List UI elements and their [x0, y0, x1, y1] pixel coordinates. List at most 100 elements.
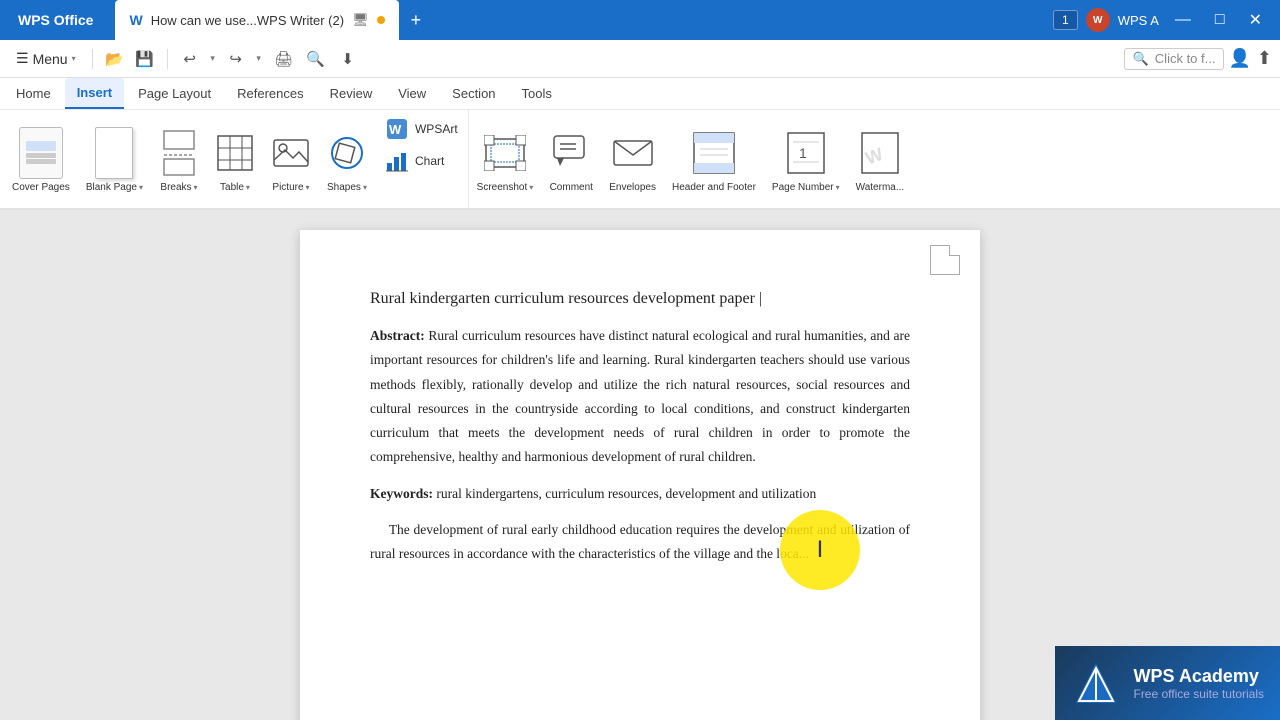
save-button[interactable]: 💾 [131, 45, 159, 73]
table-label: Table ▾ [220, 182, 250, 193]
document-tab[interactable]: W How can we use...WPS Writer (2) 🖥 [115, 0, 398, 40]
undo-button[interactable]: ↩ [176, 45, 204, 73]
envelopes-button[interactable]: Envelopes [601, 110, 664, 208]
picture-button[interactable]: Picture ▾ [263, 110, 319, 208]
document-area: 📋 ▾ Rural kindergarten curriculum resour… [0, 210, 1280, 720]
document-title[interactable]: Rural kindergarten curriculum resources … [370, 290, 910, 308]
keywords-label: Keywords: [370, 486, 433, 501]
ribbon-tabs: Home Insert Page Layout References Revie… [0, 78, 1280, 110]
more-options[interactable]: ⬇ [334, 45, 362, 73]
menu-bar: ☰ Menu ▾ 📂 💾 ↩ ▾ ↪ ▾ 🖨 🔍 ⬇ 🔍 Click to f.… [0, 40, 1280, 78]
user-label: WPS A [1118, 13, 1159, 28]
redo-dropdown[interactable]: ▾ [252, 45, 266, 73]
tab-review[interactable]: Review [318, 78, 385, 109]
shapes-arrow: ▾ [363, 183, 367, 192]
hamburger-menu[interactable]: ☰ Menu ▾ [8, 46, 84, 71]
doc-tab-icon: W [129, 12, 142, 28]
wpsart-button[interactable]: W WPSArt [381, 114, 462, 144]
search-bar[interactable]: 🔍 Click to f... [1124, 48, 1225, 70]
search-placeholder: Click to f... [1155, 51, 1216, 66]
breaks-button[interactable]: Breaks ▾ [151, 110, 207, 208]
shapes-label: Shapes ▾ [327, 182, 367, 193]
header-footer-button[interactable]: Header and Footer [664, 110, 764, 208]
header-footer-label: Header and Footer [672, 182, 756, 194]
wpsart-label: WPSArt [415, 122, 458, 136]
monitor-icon: 🖥 [352, 12, 369, 28]
picture-arrow: ▾ [306, 183, 310, 192]
minimize-button[interactable]: — [1167, 11, 1199, 29]
table-button[interactable]: Table ▾ [207, 110, 263, 208]
redo-button[interactable]: ↪ [222, 45, 250, 73]
wps-academy-text: WPS Academy Free office suite tutorials [1133, 666, 1264, 701]
tab-section[interactable]: Section [440, 78, 507, 109]
divider-1 [92, 49, 93, 69]
add-tab-icon: + [411, 10, 422, 31]
doc-tab-label: How can we use...WPS Writer (2) [151, 13, 344, 28]
title-bar: WPS Office W How can we use...WPS Writer… [0, 0, 1280, 40]
page-number-badge: 1 [1053, 10, 1078, 30]
blank-page-button[interactable]: Blank Page ▾ [78, 110, 151, 208]
user-icons-group: 👤 ⬆ [1228, 48, 1272, 69]
cover-pages-label: Cover Pages [12, 182, 70, 194]
watermark-button[interactable]: W Waterma... [848, 110, 913, 208]
divider-2 [167, 49, 168, 69]
add-tab-button[interactable]: + [399, 0, 434, 40]
tab-view[interactable]: View [386, 78, 438, 109]
hamburger-icon: ☰ [16, 50, 29, 67]
cover-pages-button[interactable]: Cover Pages [4, 110, 78, 208]
tab-insert[interactable]: Insert [65, 78, 124, 109]
user-avatar[interactable]: W [1086, 8, 1110, 32]
file-icons-group: 📂 💾 [101, 45, 159, 73]
table-arrow: ▾ [246, 183, 250, 192]
undo-dropdown[interactable]: ▾ [206, 45, 220, 73]
document-keywords[interactable]: Keywords: rural kindergartens, curriculu… [370, 482, 910, 506]
close-button[interactable]: ✕ [1241, 10, 1270, 30]
menu-label: Menu [33, 51, 68, 67]
open-file-button[interactable]: 📂 [101, 45, 129, 73]
academy-title: WPS Academy [1133, 666, 1264, 687]
wpsart-chart-group: W WPSArt Chart [375, 110, 469, 208]
shapes-button[interactable]: Shapes ▾ [319, 110, 375, 208]
page-corner [930, 245, 960, 275]
print-button[interactable]: 🖨 [270, 45, 298, 73]
breaks-arrow: ▾ [194, 183, 198, 192]
screenshot-button[interactable]: Screenshot ▾ [469, 110, 542, 208]
tab-references[interactable]: References [225, 78, 315, 109]
find-button[interactable]: 🔍 [302, 45, 330, 73]
unsaved-indicator [377, 16, 385, 24]
svg-text:W: W [389, 122, 402, 137]
tab-home[interactable]: Home [4, 78, 63, 109]
wps-academy-branding: WPS Academy Free office suite tutorials [1055, 646, 1280, 720]
abstract-text: Rural curriculum resources have distinct… [370, 328, 910, 464]
document-abstract[interactable]: Abstract: Rural curriculum resources hav… [370, 324, 910, 470]
chart-label: Chart [415, 154, 444, 168]
envelopes-label: Envelopes [609, 182, 656, 193]
page-number-arrow: ▾ [836, 183, 840, 192]
abstract-label: Abstract: [370, 328, 425, 343]
screenshot-arrow: ▾ [529, 183, 533, 192]
comment-button[interactable]: Comment [541, 110, 601, 208]
cursor-icon: I [817, 536, 824, 564]
maximize-button[interactable]: □ [1207, 11, 1233, 29]
chart-button[interactable]: Chart [381, 146, 462, 176]
ribbon: Cover Pages Blank Page ▾ Breaks ▾ [0, 110, 1280, 210]
academy-subtitle: Free office suite tutorials [1133, 687, 1264, 701]
share-icon[interactable]: ⬆ [1257, 48, 1272, 69]
wps-logo[interactable]: WPS Office [0, 0, 111, 40]
keywords-text: rural kindergartens, curriculum resource… [436, 486, 816, 501]
document-page[interactable]: 📋 ▾ Rural kindergarten curriculum resour… [300, 230, 980, 720]
page-number-button[interactable]: 1 Page Number ▾ [764, 110, 848, 208]
picture-label: Picture ▾ [272, 182, 309, 193]
breaks-label: Breaks ▾ [160, 182, 197, 193]
tab-page-layout[interactable]: Page Layout [126, 78, 223, 109]
blank-page-label: Blank Page ▾ [86, 182, 143, 193]
undo-redo-group: ↩ ▾ ↪ ▾ [176, 45, 266, 73]
user-account-icon[interactable]: 👤 [1228, 48, 1250, 69]
menu-dropdown-arrow: ▾ [72, 54, 76, 63]
watermark-label: Waterma... [856, 182, 905, 193]
svg-text:W: W [863, 144, 886, 169]
tab-tools[interactable]: Tools [510, 78, 564, 109]
search-icon: 🔍 [1133, 51, 1149, 67]
cursor-highlight: I [780, 510, 860, 590]
screenshot-label: Screenshot ▾ [477, 182, 534, 193]
